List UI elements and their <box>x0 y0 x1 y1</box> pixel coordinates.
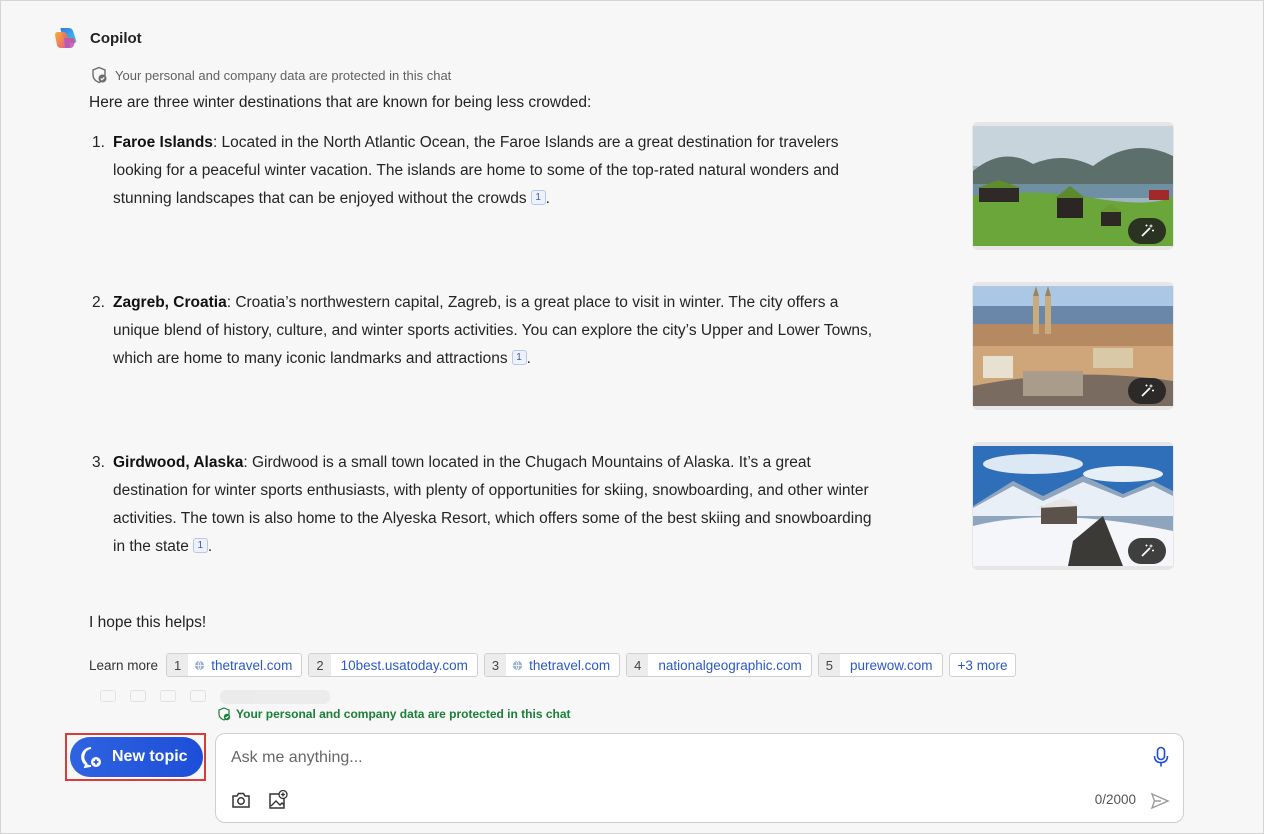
globe-icon <box>195 660 205 670</box>
list-item: 3. Girdwood, Alaska: Girdwood is a small… <box>92 449 882 561</box>
source-link[interactable]: 4 nationalgeographic.com <box>626 653 812 677</box>
globe-icon <box>513 660 523 670</box>
source-domain: purewow.com <box>850 657 933 673</box>
faded-toolbar <box>100 690 330 704</box>
like-icon <box>100 690 116 702</box>
edit-image-button[interactable] <box>1128 378 1166 404</box>
list-number: 1. <box>92 134 105 151</box>
privacy-note: Your personal and company data are prote… <box>90 66 451 84</box>
source-link[interactable]: 5 purewow.com <box>817 653 943 677</box>
source-number: 1 <box>167 654 189 676</box>
list-item: 2. Zagreb, Croatia: Croatia’s northweste… <box>92 289 882 373</box>
source-domain: thetravel.com <box>529 657 611 673</box>
citation-link[interactable]: 1 <box>511 350 527 365</box>
item-end: . <box>545 190 550 207</box>
faded-pill <box>220 690 330 704</box>
zagreb-image[interactable] <box>972 282 1174 410</box>
edit-image-button[interactable] <box>1128 218 1166 244</box>
microphone-icon[interactable] <box>1151 746 1171 768</box>
item-title: Faroe Islands <box>113 134 213 151</box>
camera-icon[interactable] <box>231 791 251 809</box>
response-intro: Here are three winter destinations that … <box>89 94 592 111</box>
item-text: : Croatia’s northwestern capital, Zagreb… <box>113 294 873 367</box>
item-title: Girdwood, Alaska <box>113 454 244 471</box>
new-topic-button[interactable]: New topic <box>70 737 203 777</box>
item-title: Zagreb, Croatia <box>113 294 227 311</box>
chat-composer: 0/2000 <box>215 733 1184 823</box>
list-item: 1. Faroe Islands: Located in the North A… <box>92 129 882 213</box>
shield-check-icon <box>218 707 231 721</box>
privacy-note-text: Your personal and company data are prote… <box>115 67 452 83</box>
new-topic-highlight: New topic <box>65 733 206 781</box>
source-link[interactable]: 1 thetravel.com <box>166 653 303 677</box>
app-name: Copilot <box>90 29 142 47</box>
learn-more-bar: Learn more 1 thetravel.com 2 10best.usat… <box>89 653 1017 677</box>
magic-wand-icon <box>1141 384 1154 397</box>
copy-icon <box>160 690 176 702</box>
export-icon <box>190 690 206 702</box>
list-number: 3. <box>92 454 105 471</box>
privacy-note-bottom-text: Your personal and company data are prote… <box>236 707 571 721</box>
chat-input[interactable] <box>231 746 1131 770</box>
source-number: 2 <box>309 654 331 676</box>
faroe-islands-image[interactable] <box>972 122 1174 250</box>
magic-wand-icon <box>1141 224 1154 237</box>
edit-image-button[interactable] <box>1128 538 1166 564</box>
item-end: . <box>526 350 531 367</box>
source-number: 5 <box>818 654 840 676</box>
more-sources-button[interactable]: +3 more <box>948 653 1017 677</box>
send-icon[interactable] <box>1150 791 1170 811</box>
source-number: 4 <box>627 654 649 676</box>
item-text: : Located in the North Atlantic Ocean, t… <box>113 134 840 207</box>
character-counter: 0/2000 <box>1094 792 1136 807</box>
citation-link[interactable]: 1 <box>530 190 546 205</box>
source-link[interactable]: 2 10best.usatoday.com <box>308 653 478 677</box>
new-chat-icon <box>81 747 101 769</box>
girdwood-image[interactable] <box>972 442 1174 570</box>
copilot-logo <box>55 28 77 48</box>
magic-wand-icon <box>1141 544 1154 557</box>
item-end: . <box>207 538 213 555</box>
chat-header: Copilot <box>52 25 142 51</box>
source-domain: thetravel.com <box>211 657 293 673</box>
response-closing: I hope this helps! <box>89 614 207 631</box>
source-link[interactable]: 3 thetravel.com <box>483 653 621 677</box>
source-number: 3 <box>484 654 507 676</box>
learn-more-label: Learn more <box>89 657 159 673</box>
new-topic-label: New topic <box>112 748 188 765</box>
add-image-icon[interactable] <box>268 790 288 810</box>
source-domain: 10best.usatoday.com <box>340 657 468 673</box>
shield-check-icon <box>92 66 107 84</box>
list-number: 2. <box>92 294 105 311</box>
source-domain: nationalgeographic.com <box>658 657 802 673</box>
dislike-icon <box>130 690 146 702</box>
privacy-note-bottom: Your personal and company data are prote… <box>217 707 571 721</box>
citation-link[interactable]: 1 <box>192 538 208 553</box>
